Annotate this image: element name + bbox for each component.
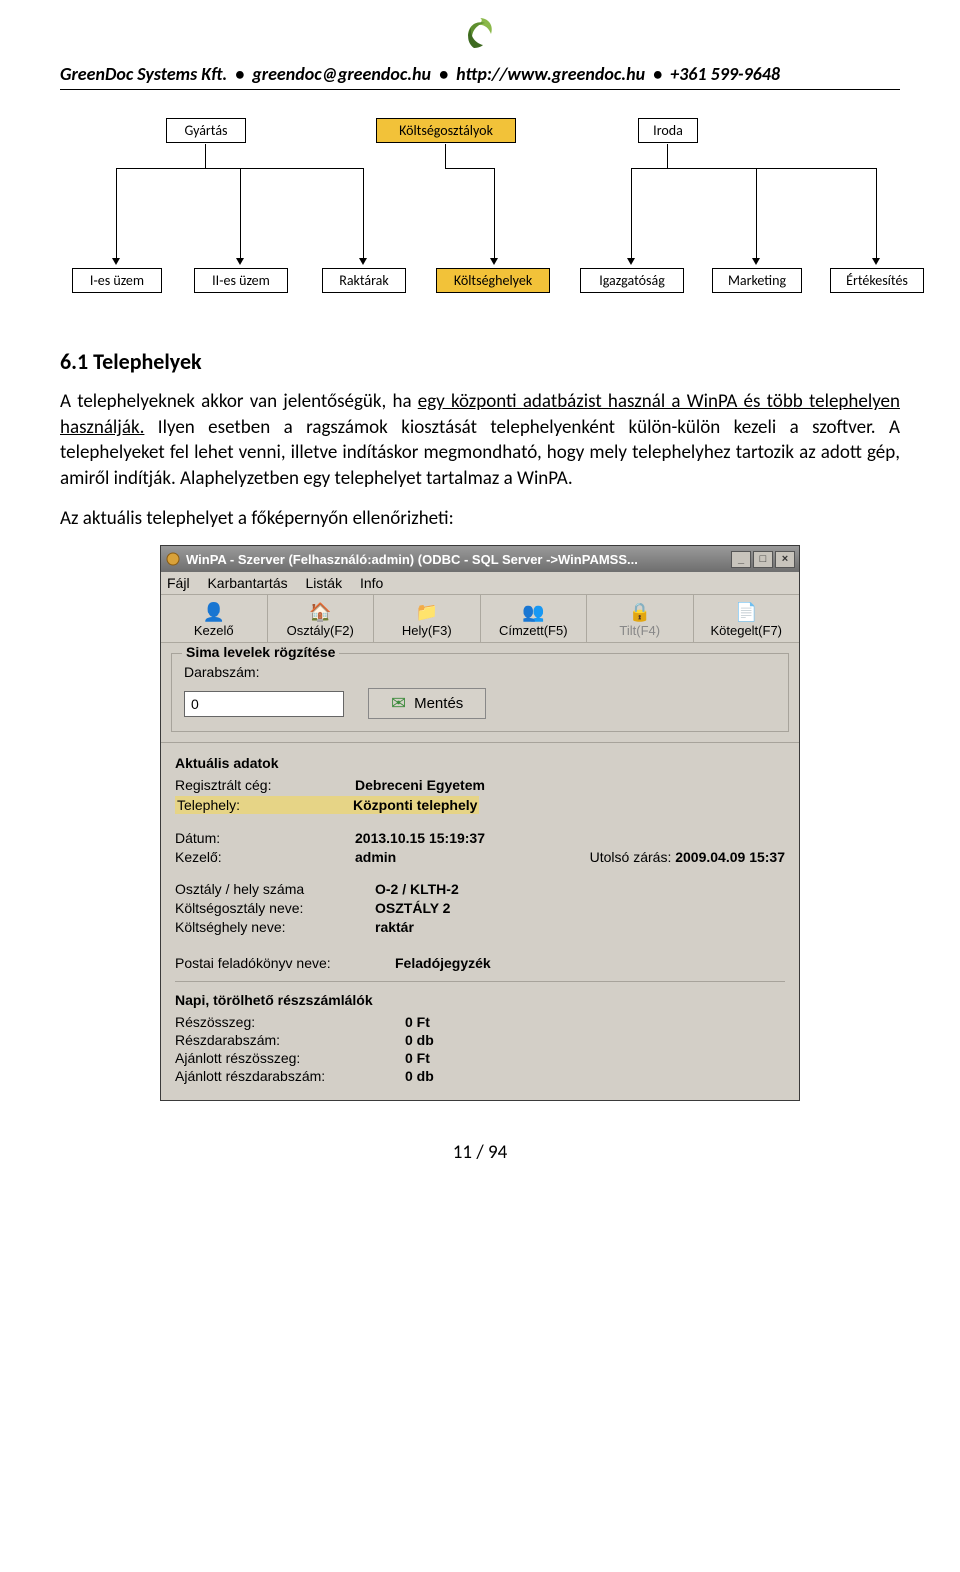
header-email: greendoc@greendoc.hu bbox=[252, 63, 431, 85]
winpa-window: WinPA - Szerver (Felhasználó:admin) (ODB… bbox=[160, 545, 800, 1101]
sima-levelek-group: Sima levelek rögzítése Darabszám: ✉ Ment… bbox=[171, 653, 789, 732]
ajanlott-reszdarab-value: 0 db bbox=[405, 1068, 434, 1084]
org-box-ies: I-es üzem bbox=[72, 268, 162, 293]
reszdarab-value: 0 db bbox=[405, 1032, 434, 1048]
header-phone: +361 599-9648 bbox=[670, 63, 780, 85]
addressbook-icon: 👥 bbox=[483, 601, 585, 623]
header-url: http://www.greendoc.hu bbox=[456, 63, 645, 85]
feladokonyv-value: Feladójegyzék bbox=[395, 955, 491, 971]
koltseghely-value: raktár bbox=[375, 919, 414, 935]
tool-kezelo[interactable]: 👤Kezelő bbox=[161, 595, 268, 642]
org-chart: Gyártás Költségosztályok Iroda I-es üzem… bbox=[66, 118, 894, 308]
org-box-marketing: Marketing bbox=[712, 268, 802, 293]
org-box-iroda: Iroda bbox=[638, 118, 698, 143]
org-box-koltseghely: Költséghelyek bbox=[436, 268, 550, 293]
menu-info[interactable]: Info bbox=[360, 575, 383, 591]
section-title: 6.1 Telephelyek bbox=[60, 348, 900, 375]
regceg-value: Debreceni Egyetem bbox=[355, 777, 485, 793]
tool-osztaly[interactable]: 🏠Osztály(F2) bbox=[268, 595, 375, 642]
tool-kotegelt[interactable]: 📄Kötegelt(F7) bbox=[694, 595, 800, 642]
menu-listak[interactable]: Listák bbox=[306, 575, 343, 591]
ajanlott-reszosszeg-value: 0 Ft bbox=[405, 1050, 430, 1066]
darabszam-input[interactable] bbox=[184, 691, 344, 717]
reszosszeg-value: 0 Ft bbox=[405, 1014, 430, 1030]
mentes-button[interactable]: ✉ Mentés bbox=[368, 688, 486, 719]
window-titlebar: WinPA - Szerver (Felhasználó:admin) (ODB… bbox=[161, 546, 799, 572]
house-icon: 🏠 bbox=[270, 601, 372, 623]
maximize-button[interactable]: □ bbox=[753, 551, 773, 568]
darabszam-label: Darabszám: bbox=[184, 664, 776, 680]
aktual-title: Aktuális adatok bbox=[175, 755, 785, 771]
paragraph-2: Az aktuális telephelyet a főképernyőn el… bbox=[60, 506, 900, 532]
batch-icon: 📄 bbox=[696, 601, 798, 623]
window-title: WinPA - Szerver (Felhasználó:admin) (ODB… bbox=[186, 552, 638, 567]
org-box-koltsegosztalyok: Költségosztályok bbox=[376, 118, 516, 143]
koltsegosztaly-value: OSZTÁLY 2 bbox=[375, 900, 450, 916]
company-logo bbox=[60, 14, 900, 57]
app-icon bbox=[165, 551, 181, 567]
lock-icon: 🔒 bbox=[589, 601, 691, 623]
telephely-value: Központi telephely bbox=[353, 797, 477, 813]
napi-reszszamlalok: Napi, törölhető részszámlálók Részösszeg… bbox=[175, 981, 785, 1084]
utolso-zaras-value: 2009.04.09 15:37 bbox=[675, 849, 785, 865]
header-company: GreenDoc Systems Kft. bbox=[60, 63, 227, 85]
tool-hely[interactable]: 📁Hely(F3) bbox=[374, 595, 481, 642]
kezelo-value: admin bbox=[355, 849, 396, 865]
minimize-button[interactable]: _ bbox=[731, 551, 751, 568]
toolbar: 👤Kezelő 🏠Osztály(F2) 📁Hely(F3) 👥Címzett(… bbox=[161, 595, 799, 643]
org-box-igaz: Igazgatóság bbox=[580, 268, 684, 293]
folder-icon: 📁 bbox=[376, 601, 478, 623]
paragraph-1: A telephelyeknek akkor van jelentőségük,… bbox=[60, 389, 900, 492]
person-icon: 👤 bbox=[163, 601, 265, 623]
org-box-gyartas: Gyártás bbox=[166, 118, 246, 143]
tool-cimzett[interactable]: 👥Címzett(F5) bbox=[481, 595, 588, 642]
napi-title: Napi, törölhető részszámlálók bbox=[175, 992, 785, 1008]
sima-legend: Sima levelek rögzítése bbox=[182, 644, 339, 660]
tool-tilt[interactable]: 🔒Tilt(F4) bbox=[587, 595, 694, 642]
org-box-iies: II-es üzem bbox=[194, 268, 288, 293]
aktualis-adatok: Aktuális adatok Regisztrált cég:Debrecen… bbox=[161, 742, 799, 1100]
menu-fajl[interactable]: Fájl bbox=[167, 575, 190, 591]
org-box-ertek: Értékesítés bbox=[830, 268, 924, 293]
menu-karbantartas[interactable]: Karbantartás bbox=[207, 575, 287, 591]
close-button[interactable]: × bbox=[775, 551, 795, 568]
menubar: Fájl Karbantartás Listák Info bbox=[161, 572, 799, 595]
datum-value: 2013.10.15 15:19:37 bbox=[355, 830, 485, 846]
org-box-raktarak: Raktárak bbox=[322, 268, 406, 293]
page-header: GreenDoc Systems Kft. • greendoc@greendo… bbox=[60, 63, 900, 90]
page-number: 11 / 94 bbox=[60, 1141, 900, 1164]
envelope-plus-icon: ✉ bbox=[391, 693, 406, 714]
osztaly-hely-value: O-2 / KLTH-2 bbox=[375, 881, 459, 897]
